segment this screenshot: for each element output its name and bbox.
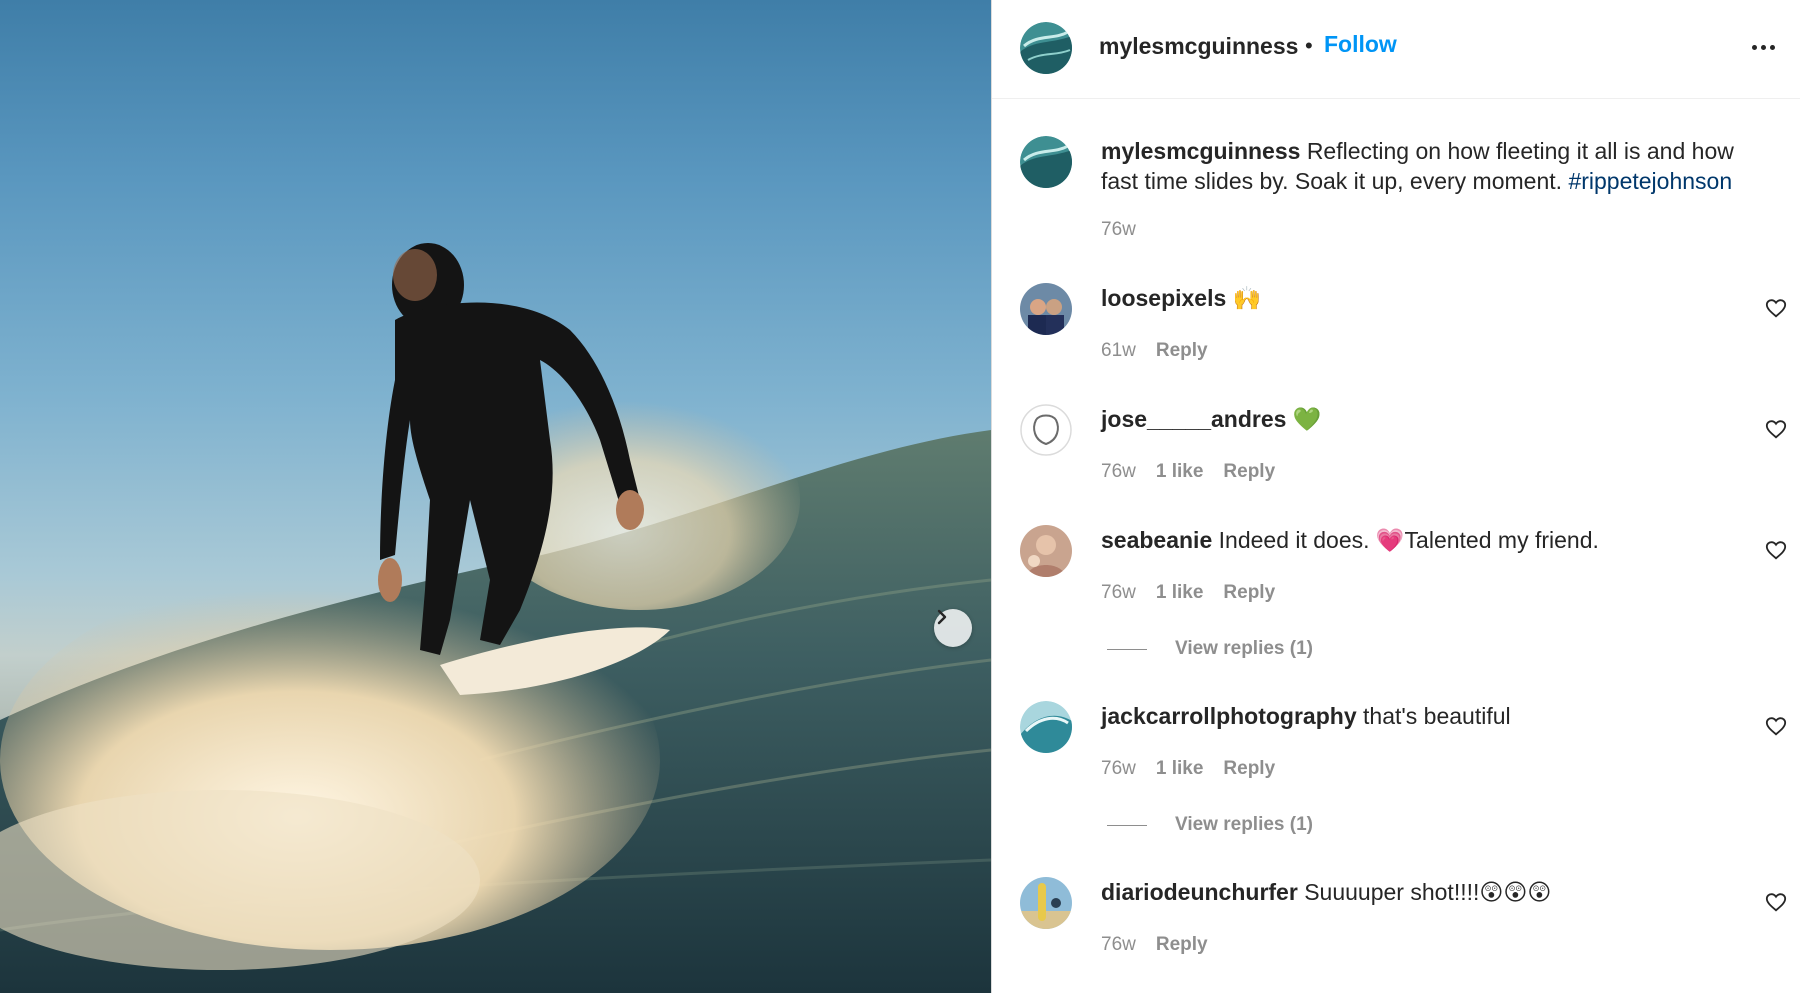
comment-age: 76w [1101,758,1136,779]
author-avatar[interactable] [1020,136,1072,188]
next-media-button[interactable] [934,609,972,647]
comment-age: 76w [1101,934,1136,955]
caption-text: mylesmcguinness Reflecting on how fleeti… [1101,136,1741,196]
reply-button[interactable]: Reply [1223,582,1275,604]
heart-outline-icon[interactable] [1765,539,1787,561]
author-username[interactable]: mylesmcguinness [1099,33,1298,60]
reply-button[interactable]: Reply [1156,934,1208,956]
comment-likes[interactable]: 1 like [1156,582,1204,604]
comment-body: 💚 [1292,406,1322,432]
post-details-panel: mylesmcguinness • Follow mylesmcguinness… [991,0,1800,993]
wave-avatar-image [1020,701,1072,753]
header-separator: • [1305,33,1313,58]
reply-button[interactable]: Reply [1156,340,1208,362]
comment-body: 🙌 [1232,285,1262,311]
more-horizontal-icon [1751,44,1757,50]
author-avatar[interactable] [1020,22,1072,74]
comment-username[interactable]: diariodeunchurfer [1101,879,1298,905]
chevron-right-icon [937,609,947,625]
view-replies-label: View replies (1) [1175,638,1313,659]
comment-age: 76w [1101,461,1136,482]
caption-age: 76w [1101,219,1136,240]
commenter-avatar[interactable] [1020,404,1072,456]
person-photo-avatar-image [1020,525,1072,577]
reply-button[interactable]: Reply [1223,758,1275,780]
commenter-avatar[interactable] [1020,283,1072,335]
post-header: mylesmcguinness • Follow [992,0,1800,99]
comment-age: 61w [1101,340,1136,361]
comment-body: Suuuuper shot!!!!😲😲😲 [1304,879,1552,905]
comment-username[interactable]: loosepixels [1101,285,1226,311]
view-replies-button[interactable]: View replies (1) [1107,814,1313,836]
beach-photo-avatar-image [1020,877,1072,929]
comment-text: loosepixels 🙌 [1101,283,1741,313]
comment-body: that's beautiful [1363,703,1511,729]
comment-meta: 61w Reply [1101,340,1208,362]
comment-username[interactable]: jackcarrollphotography [1101,703,1357,729]
view-replies-label: View replies (1) [1175,814,1313,835]
group-photo-avatar-image [1020,283,1072,335]
surf-photo [0,243,991,993]
heart-outline-icon[interactable] [1765,891,1787,913]
comment-meta: 76w 1 like Reply [1101,582,1275,604]
outline-avatar-image [1020,404,1072,456]
comment-likes[interactable]: 1 like [1156,461,1204,483]
comment-text: seabeanie Indeed it does. 💗Talented my f… [1101,525,1741,555]
commenter-avatar[interactable] [1020,525,1072,577]
comment-username[interactable]: seabeanie [1101,527,1212,553]
more-options-button[interactable] [1748,36,1778,58]
comment-username[interactable]: jose_____andres [1101,406,1286,432]
wave-avatar-image [1020,22,1072,74]
heart-outline-icon[interactable] [1765,418,1787,440]
comment-likes[interactable]: 1 like [1156,758,1204,780]
comment-body: Indeed it does. 💗Talented my friend. [1218,527,1599,553]
commenter-avatar[interactable] [1020,701,1072,753]
view-replies-button[interactable]: View replies (1) [1107,638,1313,660]
caption-hashtag[interactable]: #rippetejohnson [1568,168,1732,194]
wave-avatar-image [1020,136,1072,188]
comment-text: diariodeunchurfer Suuuuper shot!!!!😲😲😲 [1101,877,1741,907]
replies-divider [1107,824,1147,826]
caption-username[interactable]: mylesmcguinness [1101,138,1300,164]
heart-outline-icon[interactable] [1765,715,1787,737]
commenter-avatar[interactable] [1020,877,1072,929]
follow-button[interactable]: Follow [1324,31,1397,58]
reply-button[interactable]: Reply [1223,461,1275,483]
replies-divider [1107,648,1147,650]
comment-meta: 76w 1 like Reply [1101,461,1275,483]
comment-meta: 76w Reply [1101,934,1208,956]
comment-age: 76w [1101,582,1136,603]
heart-outline-icon[interactable] [1765,297,1787,319]
caption-meta: 76w [1101,219,1136,241]
comment-meta: 76w 1 like Reply [1101,758,1275,780]
comment-text: jose_____andres 💚 [1101,404,1741,434]
post-media[interactable] [0,0,991,993]
comment-text: jackcarrollphotography that's beautiful [1101,701,1741,731]
